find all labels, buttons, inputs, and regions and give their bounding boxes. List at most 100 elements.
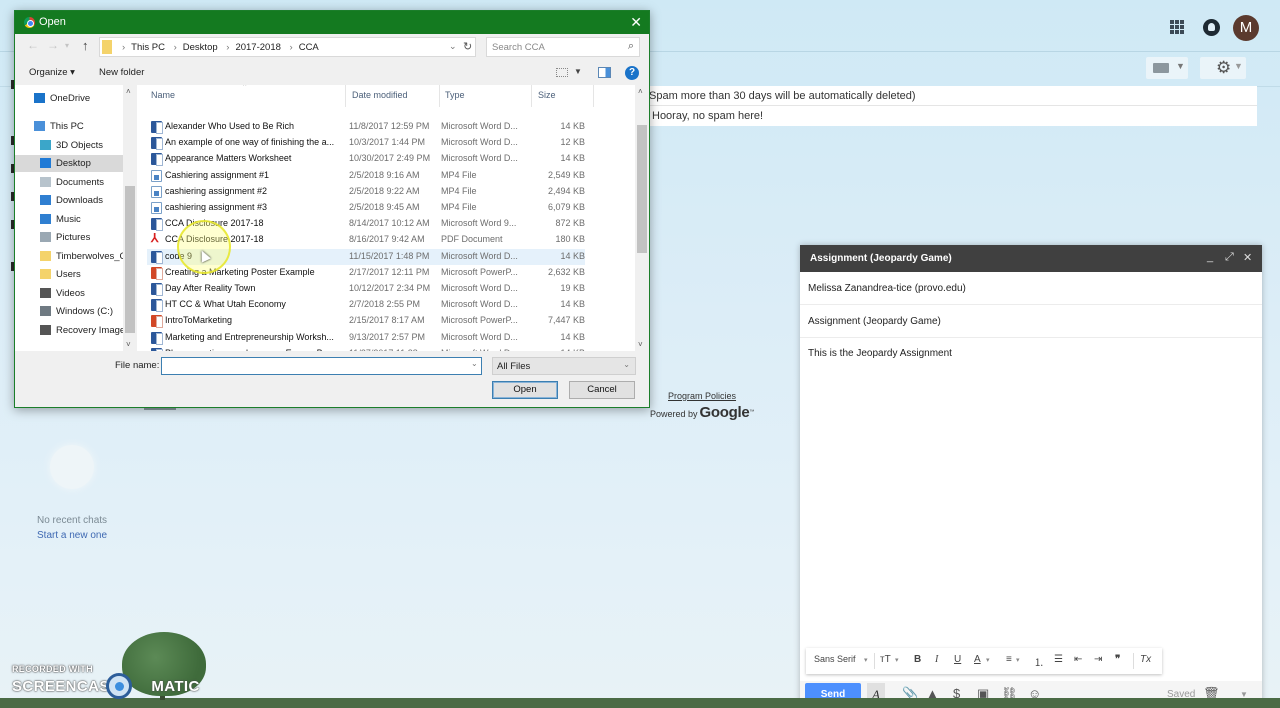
expand-icon[interactable]: ⤢	[1225, 251, 1234, 264]
file-row[interactable]: Cashiering assignment #1 2/5/2018 9:16 AM…	[147, 168, 585, 184]
organize-button[interactable]: Organize ▾	[29, 67, 75, 78]
close-icon[interactable]: ✕	[1243, 251, 1252, 264]
file-row[interactable]: code 9 11/15/2017 1:48 PM Microsoft Word D…	[147, 248, 585, 265]
settings-button[interactable]: ⚙ ▼	[1200, 57, 1246, 79]
file-list-scrollbar[interactable]: ˄ ˅	[635, 85, 649, 351]
text-color-icon[interactable]: A	[974, 654, 981, 665]
numbered-list-icon[interactable]: ⒈	[1034, 654, 1044, 669]
scroll-up-icon[interactable]: ˄	[126, 87, 131, 96]
file-row[interactable]: cashiering assignment #3 2/5/2018 9:45 AM…	[147, 200, 585, 216]
chevron-down-icon[interactable]: ⌄	[449, 41, 457, 52]
notifications-icon[interactable]	[1203, 19, 1220, 36]
indent-less-icon[interactable]: ⇤	[1074, 654, 1082, 665]
file-row[interactable]: CCA Disclosure 2017-18 8/14/2017 10:12 AM…	[147, 216, 585, 232]
forward-arrow-icon[interactable]: →	[47, 38, 59, 52]
breadcrumb-cca[interactable]: CCA	[299, 42, 319, 53]
search-input[interactable]: Search CCA ⌕	[486, 37, 640, 57]
close-icon[interactable]: ✕	[630, 14, 642, 31]
nav-item-onedrive[interactable]: OneDrive	[15, 90, 123, 107]
align-icon[interactable]: ≡	[1006, 654, 1012, 665]
apps-grid-icon[interactable]	[1170, 20, 1184, 34]
dialog-titlebar[interactable]: Open ✕	[15, 11, 649, 34]
file-row[interactable]: Please continue work on your Energy Bar 1…	[147, 346, 585, 351]
start-new-chat-link[interactable]: Start a new one	[37, 530, 107, 541]
file-row[interactable]: Day After Reality Town 10/12/2017 2:34 PM…	[147, 281, 585, 297]
file-date: 2/15/2017 8:17 AM	[349, 315, 425, 326]
scroll-up-icon[interactable]: ˄	[638, 87, 643, 96]
file-date: 2/5/2018 9:45 AM	[349, 202, 420, 212]
file-row[interactable]: CCA Disclosure 2017-18 8/16/2017 9:42 AM P…	[147, 231, 585, 248]
file-row[interactable]: HT CC & What Utah Economy 2/7/2018 2:55 P…	[147, 297, 585, 313]
file-row[interactable]: IntroToMarketing 2/15/2017 8:17 AM Microso…	[147, 313, 585, 329]
nav-item-users[interactable]: Users	[15, 266, 123, 283]
refresh-icon[interactable]: ↻	[463, 40, 472, 53]
file-row[interactable]: Alexander Who Used to Be Rich 11/8/2017 1…	[147, 119, 585, 135]
breadcrumb-desktop[interactable]: Desktop	[183, 42, 218, 53]
nav-pane-scrollbar[interactable]: ˄ ˅	[123, 85, 137, 351]
italic-icon[interactable]: I	[935, 654, 938, 665]
nav-item-windows-c[interactable]: Windows (C:)	[15, 303, 123, 320]
remove-formatting-icon[interactable]: Tx	[1140, 654, 1151, 665]
up-arrow-icon[interactable]: ↑	[82, 38, 89, 53]
preview-pane-icon[interactable]	[598, 67, 611, 78]
subject-field[interactable]: Assignment (Jeopardy Game)	[800, 305, 1262, 338]
column-header-type[interactable]: Type	[445, 90, 465, 100]
compose-header[interactable]: Assignment (Jeopardy Game) _ ⤢ ✕	[800, 245, 1262, 272]
nav-item-downloads[interactable]: Downloads	[15, 192, 123, 209]
bulleted-list-icon[interactable]: ☰	[1054, 654, 1063, 665]
cancel-button[interactable]: Cancel	[569, 381, 635, 399]
bold-icon[interactable]: B	[914, 654, 921, 665]
help-icon[interactable]: ?	[625, 66, 639, 80]
scroll-down-icon[interactable]: ˅	[638, 340, 643, 349]
file-date: 9/13/2017 2:57 PM	[349, 331, 426, 342]
file-row[interactable]: Creating a Marketing Poster Example 2/17/…	[147, 265, 585, 281]
nav-item-documents[interactable]: Documents	[15, 174, 123, 191]
message-body[interactable]: This is the Jeopardy Assignment	[808, 348, 952, 359]
chevron-down-icon[interactable]: ▾	[986, 656, 990, 664]
nav-item-3d-objects[interactable]: 3D Objects	[15, 137, 123, 154]
account-avatar[interactable]: M	[1233, 15, 1259, 41]
nav-item-music[interactable]: Music	[15, 211, 123, 228]
address-bar[interactable]: › This PC › Desktop › 2017-2018 › CCA ⌄ ↻	[99, 37, 476, 57]
input-tools-button[interactable]: ▼	[1146, 57, 1188, 79]
chevron-down-icon[interactable]: ⌄	[471, 359, 478, 368]
file-type: Microsoft Word D...	[441, 137, 518, 148]
scrollbar-thumb[interactable]	[637, 125, 647, 253]
nav-item-desktop[interactable]: Desktop	[15, 155, 123, 172]
chevron-down-icon[interactable]: ▾	[864, 656, 868, 664]
column-header-name[interactable]: Name	[151, 90, 175, 100]
underline-icon[interactable]: U	[954, 654, 961, 665]
recent-locations-icon[interactable]: ▾	[65, 41, 69, 50]
file-name-input[interactable]	[161, 357, 482, 375]
file-row[interactable]: Appearance Matters Worksheet 10/30/2017 2…	[147, 151, 585, 167]
nav-item-videos[interactable]: Videos	[15, 285, 123, 302]
change-view-icon[interactable]	[556, 68, 568, 77]
file-row[interactable]: Marketing and Entrepreneurship Worksh...…	[147, 330, 585, 346]
breadcrumb-this-pc[interactable]: This PC	[131, 42, 165, 53]
back-arrow-icon[interactable]: ←	[27, 38, 39, 52]
nav-item-pictures[interactable]: Pictures	[15, 229, 123, 246]
program-policies-link[interactable]: Program Policies	[668, 391, 736, 401]
chevron-down-icon[interactable]: ▼	[574, 67, 582, 76]
indent-more-icon[interactable]: ⇥	[1094, 654, 1102, 665]
quote-icon[interactable]: ❞	[1115, 654, 1120, 665]
scrollbar-thumb[interactable]	[125, 186, 135, 333]
column-header-date[interactable]: Date modified	[352, 90, 408, 100]
file-row[interactable]: cashiering assignment #2 2/5/2018 9:22 AM…	[147, 184, 585, 200]
minimize-icon[interactable]: _	[1207, 251, 1213, 263]
chevron-down-icon[interactable]: ▾	[1016, 656, 1020, 664]
nav-item-timberwolves-c[interactable]: Timberwolves_C	[15, 248, 123, 265]
column-header-size[interactable]: Size	[538, 90, 556, 100]
file-type-select[interactable]: All Files ⌄	[492, 357, 636, 375]
open-button[interactable]: Open	[492, 381, 558, 399]
chevron-down-icon[interactable]: ▾	[895, 656, 899, 664]
scroll-down-icon[interactable]: ˅	[126, 340, 131, 349]
font-family-select[interactable]: Sans Serif	[814, 654, 856, 664]
nav-item-this-pc[interactable]: This PC	[15, 118, 123, 135]
file-row[interactable]: An example of one way of finishing the a…	[147, 135, 585, 151]
new-folder-button[interactable]: New folder	[99, 67, 144, 78]
font-size-icon[interactable]: ᴛT	[880, 654, 891, 665]
breadcrumb-2017-2018[interactable]: 2017-2018	[235, 42, 280, 53]
recipients-field[interactable]: Melissa Zanandrea-tice (provo.edu)	[800, 272, 1262, 305]
nav-item-recovery-image[interactable]: Recovery Image	[15, 322, 123, 339]
